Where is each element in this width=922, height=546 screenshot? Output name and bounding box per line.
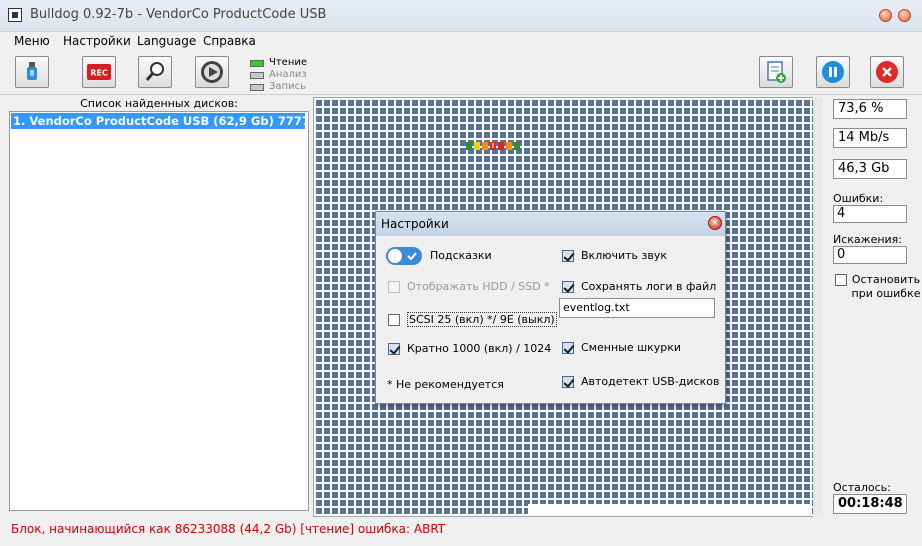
surface-scrollbar[interactable] <box>813 97 823 517</box>
errors-value: 4 <box>833 205 907 223</box>
block-cell <box>506 142 512 150</box>
dialog-title-bar: Настройки × <box>376 212 725 236</box>
show-hdd-label: Отображать HDD / SSD * <box>407 280 550 293</box>
title-bar: Bulldog 0.92-7b - VendorCo ProductCode U… <box>0 0 922 32</box>
legend-read-swatch <box>250 59 264 67</box>
search-button[interactable] <box>138 56 172 88</box>
autodetect-usb-label: Автодетект USB-дисков <box>581 375 720 388</box>
autodetect-usb-checkbox[interactable] <box>562 375 574 388</box>
legend-read: Чтение <box>250 57 307 69</box>
save-logs-checkbox[interactable] <box>562 280 574 293</box>
record-button[interactable]: REC <box>82 56 116 88</box>
settings-dialog: Настройки × Подсказки Отображать HDD / S… <box>375 211 726 404</box>
menu-main[interactable]: Меню <box>14 34 50 48</box>
distortions-value: 0 <box>833 246 907 264</box>
menu-help[interactable]: Справка <box>203 34 256 48</box>
log-file-input[interactable]: eventlog.txt <box>559 298 715 318</box>
block-cell <box>514 142 520 150</box>
stats-panel: 73,6 % 14 Mb/s 46,3 Gb Ошибки: 4 Искажен… <box>828 95 921 515</box>
save-logs-option[interactable]: Сохранять логи в файл <box>562 280 716 293</box>
disk-list-item[interactable]: 1. VendorCo ProductCode USB (62,9 Gb) 77… <box>11 113 305 129</box>
errors-label: Ошибки: <box>833 192 884 205</box>
disk-list[interactable]: 1. VendorCo ProductCode USB (62,9 Gb) 77… <box>9 111 309 511</box>
pause-icon <box>822 61 844 83</box>
legend-analysis: Анализ <box>250 69 307 81</box>
menu-settings[interactable]: Настройки <box>63 34 131 48</box>
multiple-1000-label: Кратно 1000 (вкл) / 1024 <box>407 342 552 355</box>
multiple-1000-option[interactable]: Кратно 1000 (вкл) / 1024 <box>388 342 551 355</box>
skins-checkbox[interactable] <box>562 341 574 354</box>
surface-unscanned-area <box>528 504 812 516</box>
skins-option[interactable]: Сменные шкурки <box>562 341 681 354</box>
dialog-close-button[interactable]: × <box>708 216 722 230</box>
disk-list-panel: Список найденных дисков: 1. VendorCo Pro… <box>9 95 309 515</box>
pause-button[interactable] <box>816 56 850 88</box>
stop-button[interactable] <box>870 56 904 88</box>
block-cell <box>482 142 488 150</box>
block-cell <box>466 142 472 150</box>
menu-bar: Меню Настройки Language Справка <box>0 32 922 52</box>
toolbar: REC Чтение Анализ Запись <box>0 52 922 95</box>
usb-button[interactable] <box>15 56 49 88</box>
play-icon <box>201 61 223 83</box>
progress-value: 73,6 % <box>833 99 907 119</box>
scsi-label: SCSI 25 (вкл) */ 9E (выкл) <box>407 312 557 327</box>
scsi-option[interactable]: SCSI 25 (вкл) */ 9E (выкл) <box>388 312 557 327</box>
legend-write-swatch <box>250 83 264 91</box>
magnifier-icon <box>145 62 164 81</box>
stop-on-error-checkbox[interactable] <box>835 274 847 286</box>
block-error-cell: ! <box>490 142 496 150</box>
status-message: Блок, начинающийся как 86233088 (44,2 Gb… <box>11 522 446 536</box>
legend-write-label: Запись <box>269 81 306 92</box>
remaining-label: Осталось: <box>833 481 891 494</box>
enable-sound-label: Включить звук <box>581 249 668 262</box>
show-hdd-checkbox <box>388 280 400 293</box>
minimize-button[interactable] <box>879 9 892 22</box>
remaining-value: 00:18:48 <box>833 494 907 514</box>
block-cell <box>498 142 504 150</box>
app-icon <box>8 8 22 22</box>
surface-marked-blocks: ! <box>466 142 522 150</box>
notebook-icon <box>767 61 786 83</box>
rec-label: REC <box>90 69 108 78</box>
autodetect-usb-option[interactable]: Автодетект USB-дисков <box>562 375 719 388</box>
check-icon <box>407 252 417 261</box>
close-window-button[interactable] <box>898 9 911 22</box>
window-title: Bulldog 0.92-7b - VendorCo ProductCode U… <box>30 7 327 22</box>
stop-on-error-label: Остановить при ошибке <box>851 273 921 300</box>
enable-sound-checkbox[interactable] <box>562 249 574 262</box>
play-button[interactable] <box>195 56 229 88</box>
activity-legend: Чтение Анализ Запись <box>250 57 307 93</box>
enable-sound-option[interactable]: Включить звук <box>562 249 667 262</box>
disk-list-title: Список найденных дисков: <box>80 97 238 110</box>
menu-language[interactable]: Language <box>137 34 196 48</box>
multiple-1000-checkbox[interactable] <box>388 342 400 355</box>
legend-write: Запись <box>250 81 307 93</box>
show-hdd-option: Отображать HDD / SSD * <box>388 280 550 293</box>
save-logs-label: Сохранять логи в файл <box>581 280 717 293</box>
block-cell <box>474 142 480 150</box>
dialog-title: Настройки <box>381 217 449 231</box>
hints-label: Подсказки <box>430 249 492 262</box>
hints-toggle[interactable] <box>386 247 422 265</box>
skins-label: Сменные шкурки <box>581 341 682 354</box>
size-value: 46,3 Gb <box>833 159 907 179</box>
status-bar: Блок, начинающийся как 86233088 (44,2 Gb… <box>0 518 922 546</box>
usb-icon <box>27 62 37 80</box>
log-button[interactable] <box>759 56 793 88</box>
legend-analysis-swatch <box>250 71 264 79</box>
legend-read-label: Чтение <box>269 57 308 68</box>
scsi-checkbox[interactable] <box>388 313 400 326</box>
legend-analysis-label: Анализ <box>269 69 307 80</box>
not-recommended-note: * Не рекомендуется <box>387 378 504 391</box>
stop-icon <box>876 61 898 83</box>
speed-value: 14 Mb/s <box>833 128 907 148</box>
distortions-label: Искажения: <box>833 233 903 246</box>
record-icon: REC <box>87 64 111 80</box>
